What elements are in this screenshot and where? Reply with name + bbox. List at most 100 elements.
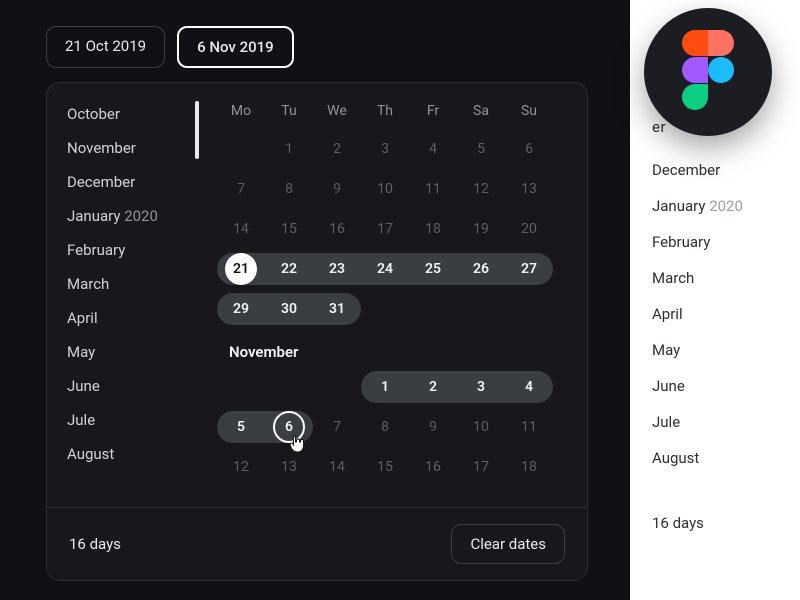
day-26[interactable]: 26 <box>457 249 505 289</box>
october-grid: 1234567891011121314151617181920212223242… <box>217 129 569 329</box>
day-14[interactable]: 14 <box>217 209 265 249</box>
date-picker-popover: OctoberNovemberDecemberJanuary 2020Febru… <box>46 82 588 581</box>
weekday-tu: Tu <box>265 97 313 125</box>
month-item-may[interactable]: May <box>67 335 205 369</box>
day-22[interactable]: 22 <box>265 249 313 289</box>
day-13[interactable]: 13 <box>505 169 553 209</box>
day-4[interactable]: 4 <box>505 367 553 407</box>
month-item-jule[interactable]: Jule <box>67 403 205 437</box>
light-month-may[interactable]: May <box>652 332 800 368</box>
month-item-peek: er <box>652 118 666 136</box>
month-heading-november: November <box>217 329 569 371</box>
day-7[interactable]: 7 <box>217 169 265 209</box>
day-7[interactable]: 7 <box>313 407 361 447</box>
day-9[interactable]: 9 <box>313 169 361 209</box>
day-19[interactable]: 19 <box>457 209 505 249</box>
calendar: MoTuWeThFrSaSu 1234567891011121314151617… <box>205 83 587 507</box>
month-item-january[interactable]: January 2020 <box>67 199 205 233</box>
day-17[interactable]: 17 <box>361 209 409 249</box>
day-12[interactable]: 12 <box>217 447 265 487</box>
day-24[interactable]: 24 <box>361 249 409 289</box>
weekday-th: Th <box>361 97 409 125</box>
day-5[interactable]: 5 <box>217 407 265 447</box>
day-6[interactable]: 6 <box>505 129 553 169</box>
weekday-su: Su <box>505 97 553 125</box>
day-21[interactable]: 21 <box>217 249 265 289</box>
day-16[interactable]: 16 <box>409 447 457 487</box>
day-15[interactable]: 15 <box>361 447 409 487</box>
day-10[interactable]: 10 <box>361 169 409 209</box>
day-16[interactable]: 16 <box>313 209 361 249</box>
month-item-june[interactable]: June <box>67 369 205 403</box>
day-1[interactable]: 1 <box>265 129 313 169</box>
light-day-count: 16 days <box>652 514 704 532</box>
month-item-march[interactable]: March <box>67 267 205 301</box>
month-item-november[interactable]: November <box>67 131 205 165</box>
day-3[interactable]: 3 <box>457 367 505 407</box>
month-item-february[interactable]: February <box>67 233 205 267</box>
light-month-april[interactable]: April <box>652 296 800 332</box>
day-2[interactable]: 2 <box>409 367 457 407</box>
day-6[interactable]: 6 <box>265 407 313 447</box>
clear-dates-button[interactable]: Clear dates <box>451 524 565 564</box>
popover-footer: 16 days Clear dates <box>47 507 587 580</box>
day-empty <box>409 289 457 329</box>
day-empty <box>505 289 553 329</box>
november-grid: 123456789101112131415161718 <box>217 367 569 487</box>
weekday-sa: Sa <box>457 97 505 125</box>
light-panel: er DecemberJanuary 2020FebruaryMarchApri… <box>630 0 800 600</box>
day-17[interactable]: 17 <box>457 447 505 487</box>
month-item-april[interactable]: April <box>67 301 205 335</box>
light-month-march[interactable]: March <box>652 260 800 296</box>
end-date-chip[interactable]: 6 Nov 2019 <box>177 26 294 68</box>
day-empty <box>265 367 313 407</box>
day-4[interactable]: 4 <box>409 129 457 169</box>
day-30[interactable]: 30 <box>265 289 313 329</box>
month-item-december[interactable]: December <box>67 165 205 199</box>
day-empty <box>313 367 361 407</box>
day-27[interactable]: 27 <box>505 249 553 289</box>
weekday-header: MoTuWeThFrSaSu <box>217 97 569 125</box>
month-item-october[interactable]: October <box>67 97 205 131</box>
light-month-december[interactable]: December <box>652 152 800 188</box>
day-3[interactable]: 3 <box>361 129 409 169</box>
scrollbar[interactable] <box>195 101 199 185</box>
day-15[interactable]: 15 <box>265 209 313 249</box>
day-2[interactable]: 2 <box>313 129 361 169</box>
light-month-august[interactable]: August <box>652 440 800 476</box>
day-29[interactable]: 29 <box>217 289 265 329</box>
day-20[interactable]: 20 <box>505 209 553 249</box>
day-empty <box>457 289 505 329</box>
light-month-jule[interactable]: Jule <box>652 404 800 440</box>
weekday-fr: Fr <box>409 97 457 125</box>
day-10[interactable]: 10 <box>457 407 505 447</box>
start-date-chip[interactable]: 21 Oct 2019 <box>46 26 165 68</box>
day-8[interactable]: 8 <box>361 407 409 447</box>
day-25[interactable]: 25 <box>409 249 457 289</box>
day-18[interactable]: 18 <box>505 447 553 487</box>
month-item-august[interactable]: August <box>67 437 205 471</box>
figma-icon <box>681 30 735 114</box>
day-18[interactable]: 18 <box>409 209 457 249</box>
weekday-mo: Mo <box>217 97 265 125</box>
light-month-list: DecemberJanuary 2020FebruaryMarchAprilMa… <box>652 152 800 476</box>
day-12[interactable]: 12 <box>457 169 505 209</box>
day-9[interactable]: 9 <box>409 407 457 447</box>
figma-badge <box>644 8 772 136</box>
cursor-icon <box>290 435 304 453</box>
day-11[interactable]: 11 <box>505 407 553 447</box>
day-11[interactable]: 11 <box>409 169 457 209</box>
day-23[interactable]: 23 <box>313 249 361 289</box>
date-range-chips: 21 Oct 2019 6 Nov 2019 <box>46 26 584 68</box>
day-31[interactable]: 31 <box>313 289 361 329</box>
day-5[interactable]: 5 <box>457 129 505 169</box>
month-list[interactable]: OctoberNovemberDecemberJanuary 2020Febru… <box>47 83 205 507</box>
weekday-we: We <box>313 97 361 125</box>
light-month-june[interactable]: June <box>652 368 800 404</box>
day-empty <box>217 129 265 169</box>
day-14[interactable]: 14 <box>313 447 361 487</box>
day-1[interactable]: 1 <box>361 367 409 407</box>
light-month-february[interactable]: February <box>652 224 800 260</box>
day-8[interactable]: 8 <box>265 169 313 209</box>
light-month-january[interactable]: January 2020 <box>652 188 800 224</box>
